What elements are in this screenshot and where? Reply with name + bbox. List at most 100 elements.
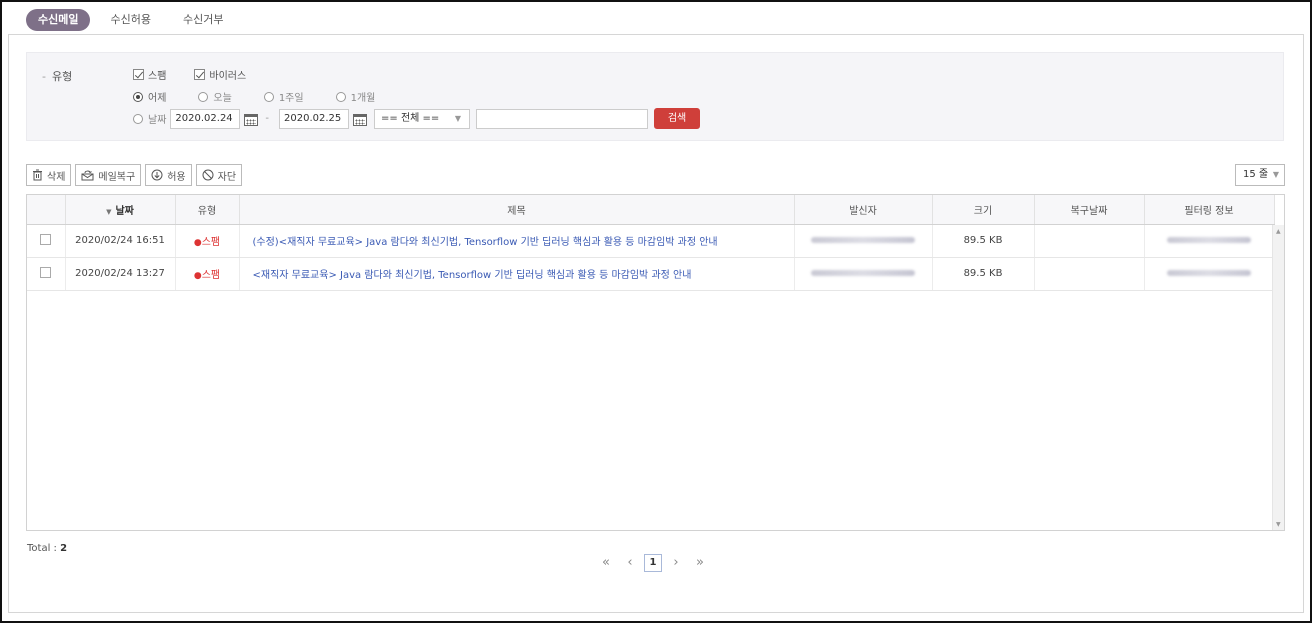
delete-button[interactable]: 삭제 bbox=[26, 164, 72, 186]
row-date: 2020/02/24 16:51 bbox=[65, 224, 176, 258]
first-page-icon[interactable]: « bbox=[596, 553, 616, 573]
row-restore-date bbox=[1034, 224, 1145, 258]
type-label: 유형 bbox=[42, 68, 72, 84]
date-range-separator: - bbox=[265, 113, 270, 124]
total-count: Total : 2 bbox=[27, 543, 67, 554]
calendar-icon[interactable] bbox=[352, 112, 368, 126]
mail-toolbar: 삭제 메일복구 허용 자단 bbox=[26, 164, 246, 186]
blurred-email bbox=[1167, 270, 1251, 276]
header-size[interactable]: 크기 bbox=[932, 195, 1035, 225]
radio-date-label: 날짜 bbox=[148, 115, 167, 126]
row-subject-link[interactable]: (수정)<재직자 무료교육> Java 람다와 최신기법, Tensorflow… bbox=[239, 224, 795, 258]
radio-yesterday[interactable]: 어제 bbox=[133, 89, 166, 104]
row-filter-info-blurred bbox=[1144, 224, 1275, 258]
header-sender[interactable]: 발신자 bbox=[794, 195, 933, 225]
table-row[interactable]: 2020/02/24 13:27 ●스팸 <재직자 무료교육> Java 람다와… bbox=[27, 257, 1275, 291]
header-type[interactable]: 유형 bbox=[175, 195, 240, 225]
spam-checkbox[interactable]: 스팸 bbox=[133, 67, 166, 82]
restore-mail-button-label: 메일복구 bbox=[98, 171, 136, 183]
download-circle-icon bbox=[151, 169, 163, 181]
row-restore-date bbox=[1034, 257, 1145, 291]
scroll-up-icon[interactable]: ▲ bbox=[1276, 228, 1281, 235]
header-filter-info[interactable]: 필터링 정보 bbox=[1144, 195, 1275, 225]
radio-today[interactable]: 오늘 bbox=[198, 89, 232, 104]
radio-selected-icon bbox=[133, 91, 143, 102]
header-restore-date[interactable]: 복구날짜 bbox=[1034, 195, 1145, 225]
row-size: 89.5 KB bbox=[932, 224, 1035, 258]
mail-table: ▼ 날짜 유형 제목 발신자 크기 복구날짜 필터링 정보 2020/02/24 … bbox=[26, 194, 1285, 531]
search-panel: 유형 스팸 바이러스 어제 오늘 1주일 bbox=[26, 52, 1284, 141]
restore-mail-button[interactable]: 메일복구 bbox=[75, 164, 142, 186]
checkbox-checked-icon bbox=[133, 69, 144, 80]
date-search-row: 날짜 2020.02.24 - 2020.02.25 == 전체 == ▼ 검색 bbox=[133, 108, 701, 129]
row-sender-blurred bbox=[794, 257, 933, 291]
allow-button-label: 허용 bbox=[167, 171, 186, 183]
spam-dot-icon: ● bbox=[193, 271, 202, 281]
radio-today-label: 오늘 bbox=[213, 93, 232, 104]
radio-icon bbox=[198, 91, 209, 102]
chevron-down-icon: ▼ bbox=[1272, 170, 1279, 179]
total-value: 2 bbox=[60, 543, 68, 554]
header-select bbox=[27, 195, 66, 225]
rows-per-page-value: 15 줄 bbox=[1243, 169, 1269, 180]
block-icon bbox=[202, 169, 214, 181]
spam-dot-icon: ● bbox=[193, 238, 202, 248]
header-subject[interactable]: 제목 bbox=[239, 195, 795, 225]
tab-allowed[interactable]: 수신허용 bbox=[98, 9, 162, 31]
trash-icon bbox=[33, 169, 42, 181]
row-subject-link[interactable]: <재직자 무료교육> Java 람다와 최신기법, Tensorflow 기반 … bbox=[239, 257, 795, 291]
spam-checkbox-label: 스팸 bbox=[148, 71, 167, 82]
radio-one-week-label: 1주일 bbox=[278, 93, 304, 104]
mail-tabs: 수신메일 수신허용 수신거부 bbox=[26, 9, 243, 31]
rows-per-page-select[interactable]: 15 줄 ▼ bbox=[1235, 164, 1285, 186]
radio-yesterday-label: 어제 bbox=[148, 93, 167, 104]
tab-blocked[interactable]: 수신거부 bbox=[171, 9, 235, 31]
scroll-down-icon[interactable]: ▼ bbox=[1276, 521, 1281, 528]
header-date[interactable]: ▼ 날짜 bbox=[65, 195, 176, 225]
tab-received-mail[interactable]: 수신메일 bbox=[26, 9, 91, 31]
table-header-row: ▼ 날짜 유형 제목 발신자 크기 복구날짜 필터링 정보 bbox=[27, 195, 1275, 225]
row-type: ●스팸 bbox=[175, 257, 240, 291]
next-page-icon[interactable]: › bbox=[666, 553, 686, 573]
radio-one-month-label: 1개월 bbox=[350, 93, 376, 104]
radio-date[interactable]: 날짜 bbox=[133, 111, 166, 126]
main-content: 유형 스팸 바이러스 어제 오늘 1주일 bbox=[8, 34, 1304, 613]
blurred-email bbox=[811, 237, 915, 243]
search-field-select-value: == 전체 == bbox=[381, 112, 440, 124]
row-date: 2020/02/24 13:27 bbox=[65, 257, 176, 291]
block-button[interactable]: 자단 bbox=[195, 164, 243, 186]
keyword-input[interactable] bbox=[476, 108, 649, 129]
vertical-scrollbar[interactable]: ▲ ▼ bbox=[1272, 225, 1284, 530]
blurred-email bbox=[811, 270, 915, 276]
row-size: 89.5 KB bbox=[932, 257, 1035, 291]
prev-page-icon[interactable]: ‹ bbox=[620, 553, 640, 573]
date-from-input[interactable]: 2020.02.24 bbox=[170, 108, 241, 129]
last-page-icon[interactable]: » bbox=[690, 553, 710, 573]
calendar-icon[interactable] bbox=[243, 112, 259, 126]
delete-button-label: 삭제 bbox=[47, 171, 66, 183]
allow-button[interactable]: 허용 bbox=[145, 164, 192, 186]
radio-icon bbox=[133, 113, 143, 124]
sort-desc-icon: ▼ bbox=[106, 207, 112, 216]
radio-one-week[interactable]: 1주일 bbox=[263, 89, 304, 104]
row-checkbox[interactable] bbox=[40, 233, 52, 245]
row-type: ●스팸 bbox=[175, 224, 240, 258]
total-label: Total : bbox=[27, 543, 57, 554]
row-checkbox-cell bbox=[27, 224, 66, 258]
virus-checkbox-label: 바이러스 bbox=[209, 71, 247, 82]
block-button-label: 자단 bbox=[217, 171, 237, 183]
virus-checkbox[interactable]: 바이러스 bbox=[194, 67, 246, 82]
row-checkbox-cell bbox=[27, 257, 66, 291]
period-radio-row: 어제 오늘 1주일 1개월 bbox=[133, 89, 407, 104]
blurred-email bbox=[1167, 237, 1251, 243]
row-type-label: 스팸 bbox=[201, 270, 221, 281]
search-button[interactable]: 검색 bbox=[654, 108, 701, 129]
type-checkbox-row: 스팸 바이러스 bbox=[133, 67, 274, 82]
date-to-input[interactable]: 2020.02.25 bbox=[279, 108, 350, 129]
header-date-label: 날짜 bbox=[115, 205, 134, 217]
page-number-button[interactable]: 1 bbox=[644, 554, 662, 572]
row-checkbox[interactable] bbox=[40, 266, 52, 278]
radio-one-month[interactable]: 1개월 bbox=[335, 89, 376, 104]
table-row[interactable]: 2020/02/24 16:51 ●스팸 (수정)<재직자 무료교육> Java… bbox=[27, 224, 1275, 258]
search-field-select[interactable]: == 전체 == ▼ bbox=[374, 108, 471, 129]
